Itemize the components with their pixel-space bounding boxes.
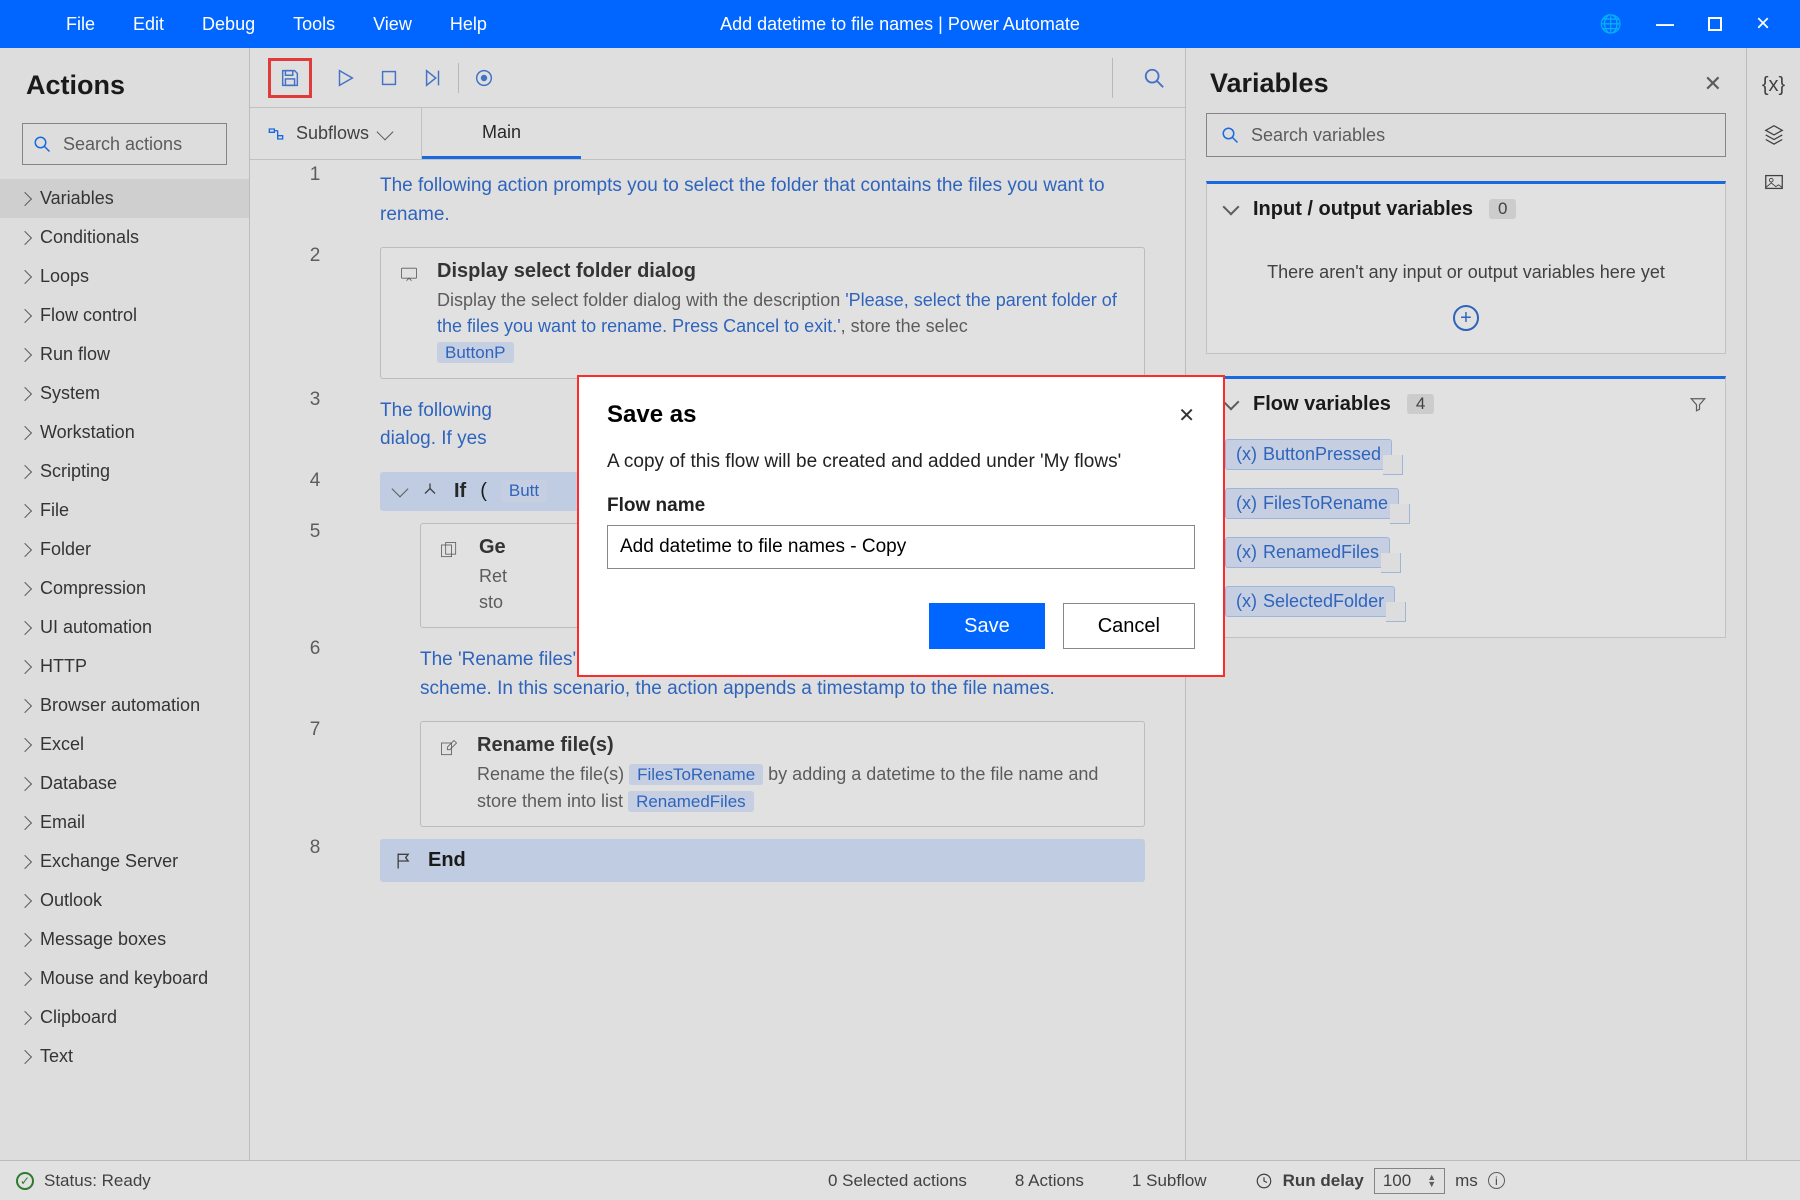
dialog-close-button[interactable]: ✕ xyxy=(1178,403,1195,428)
app-menu: File Edit Debug Tools View Help xyxy=(0,14,487,35)
menu-help[interactable]: Help xyxy=(450,14,487,35)
menu-tools[interactable]: Tools xyxy=(293,14,335,35)
menu-edit[interactable]: Edit xyxy=(133,14,164,35)
menu-debug[interactable]: Debug xyxy=(202,14,255,35)
save-as-dialog: Save as ✕ A copy of this flow will be cr… xyxy=(577,375,1225,677)
maximize-button[interactable] xyxy=(1708,17,1722,31)
menu-view[interactable]: View xyxy=(373,14,412,35)
title-bar: File Edit Debug Tools View Help Add date… xyxy=(0,0,1800,48)
window-title: Add datetime to file names | Power Autom… xyxy=(720,14,1080,35)
dialog-subtitle: A copy of this flow will be created and … xyxy=(607,451,1195,473)
close-button[interactable]: × xyxy=(1756,10,1770,38)
minimize-button[interactable]: — xyxy=(1656,14,1674,35)
window-controls: 🌐 — × xyxy=(1600,10,1800,38)
menu-file[interactable]: File xyxy=(66,14,95,35)
flow-name-input[interactable] xyxy=(607,525,1195,569)
account-icon[interactable]: 🌐 xyxy=(1600,14,1622,35)
cancel-button[interactable]: Cancel xyxy=(1063,603,1195,649)
flow-name-label: Flow name xyxy=(607,495,1195,517)
save-button[interactable]: Save xyxy=(929,603,1045,649)
dialog-title: Save as xyxy=(607,401,1178,429)
